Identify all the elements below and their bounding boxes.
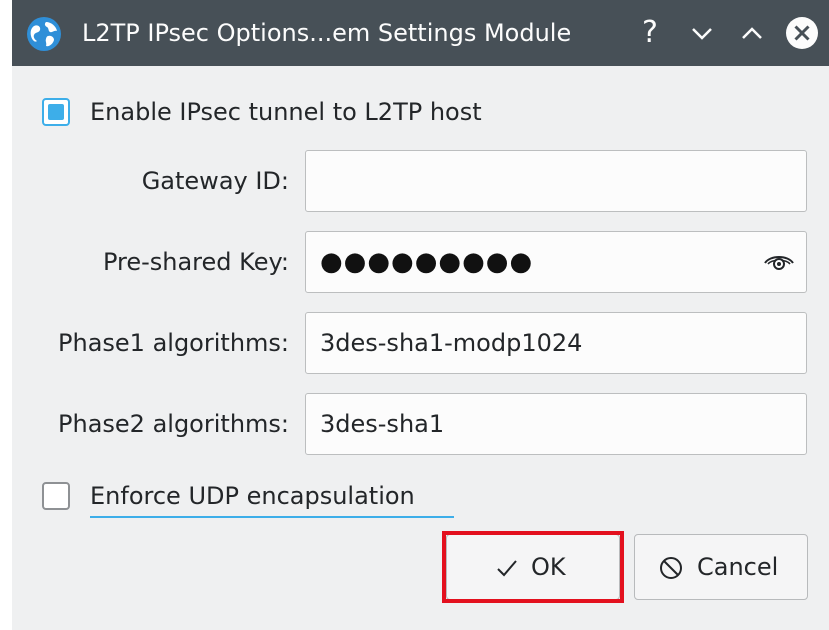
enable-ipsec-checkbox[interactable]: [42, 98, 70, 126]
help-button[interactable]: ?: [630, 13, 670, 53]
gateway-id-label: Gateway ID:: [141, 167, 289, 195]
focus-underline: [90, 516, 454, 518]
checkbox-checked-indicator: [48, 104, 64, 120]
ok-button[interactable]: OK: [446, 534, 620, 600]
phase2-algorithms-label: Phase2 algorithms:: [58, 410, 289, 438]
phase1-algorithms-input[interactable]: [305, 312, 807, 374]
enforce-udp-checkbox[interactable]: [42, 482, 70, 510]
chevron-up-icon[interactable]: [732, 13, 772, 53]
cancel-icon: [660, 557, 682, 579]
title-bar[interactable]: L2TP IPsec Options...em Settings Module …: [12, 0, 829, 66]
cancel-button[interactable]: Cancel: [634, 534, 808, 600]
pre-shared-key-label: Pre-shared Key:: [102, 248, 289, 276]
chevron-down-icon[interactable]: [682, 13, 722, 53]
phase1-algorithms-label: Phase1 algorithms:: [58, 329, 289, 357]
enable-ipsec-label[interactable]: Enable IPsec tunnel to L2TP host: [90, 96, 482, 128]
l2tp-ipsec-dialog: L2TP IPsec Options...em Settings Module …: [12, 0, 829, 630]
close-icon[interactable]: [782, 13, 822, 53]
eye-icon[interactable]: [762, 248, 796, 276]
cancel-button-label: Cancel: [697, 553, 779, 581]
gateway-id-input[interactable]: [305, 150, 807, 212]
ok-button-label: OK: [531, 553, 566, 581]
window-title: L2TP IPsec Options...em Settings Module: [82, 19, 572, 47]
enforce-udp-label[interactable]: Enforce UDP encapsulation: [90, 480, 415, 512]
globe-icon: [27, 17, 61, 51]
pre-shared-key-input[interactable]: ●●●●●●●●●: [305, 231, 807, 293]
masked-key-text: ●●●●●●●●●: [320, 247, 534, 277]
phase2-algorithms-input[interactable]: [305, 393, 807, 455]
checkmark-icon: [497, 560, 517, 577]
